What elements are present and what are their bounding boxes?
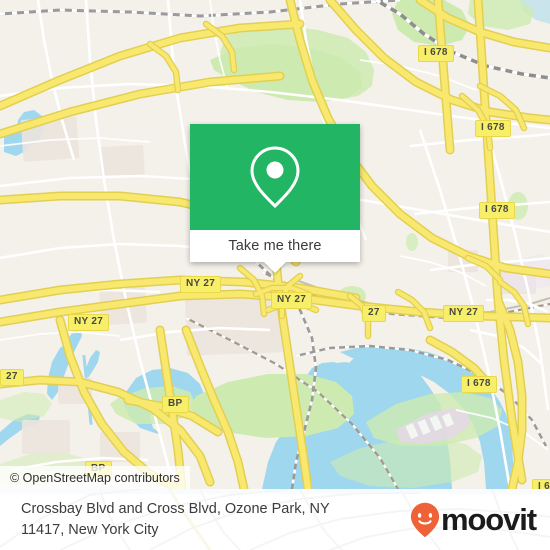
popup-header bbox=[190, 124, 360, 230]
location-address: Crossbay Blvd and Cross Blvd, Ozone Park… bbox=[21, 499, 381, 541]
highway-shield: I 678 bbox=[475, 120, 511, 137]
location-popup-card[interactable]: Take me there bbox=[190, 124, 360, 273]
popup-pointer-tail bbox=[264, 262, 286, 273]
take-me-there-button-label: Take me there bbox=[228, 238, 322, 254]
osm-attribution: © OpenStreetMap contributors bbox=[0, 466, 190, 489]
highway-shield: 27 bbox=[362, 305, 386, 322]
highway-shield: BP bbox=[162, 396, 189, 413]
highway-shield: I 6 bbox=[532, 479, 550, 489]
map-canvas[interactable]: I 678 I 678 I 678 I 678 I 6 NY 27 NY 27 NY 27 NY… bbox=[0, 0, 550, 489]
highway-shield: I 678 bbox=[479, 202, 515, 219]
highway-shield: NY 27 bbox=[68, 314, 110, 331]
highway-shield: NY 27 bbox=[443, 305, 485, 322]
osm-attribution-text: © OpenStreetMap contributors bbox=[10, 470, 180, 485]
highway-shield: I 678 bbox=[418, 45, 454, 62]
moovit-wordmark: moovit bbox=[440, 502, 537, 537]
highway-shield: NY 27 bbox=[180, 276, 222, 293]
highway-shield: NY 27 bbox=[271, 292, 313, 309]
highway-shield: 27 bbox=[0, 369, 24, 386]
moovit-logo[interactable]: moovit bbox=[410, 502, 537, 538]
address-line-2: 11417, New York City bbox=[21, 521, 159, 538]
footer-bar: Crossbay Blvd and Cross Blvd, Ozone Park… bbox=[0, 489, 550, 550]
moovit-map-screen: I 678 I 678 I 678 I 678 I 6 NY 27 NY 27 NY 27 NY… bbox=[0, 0, 550, 550]
map-pin-icon bbox=[250, 146, 300, 209]
popup-action-row[interactable]: Take me there bbox=[190, 230, 360, 273]
address-line-1: Crossbay Blvd and Cross Blvd, Ozone Park… bbox=[21, 500, 330, 517]
moovit-pin-icon bbox=[410, 502, 440, 537]
highway-shield: I 678 bbox=[461, 376, 497, 393]
